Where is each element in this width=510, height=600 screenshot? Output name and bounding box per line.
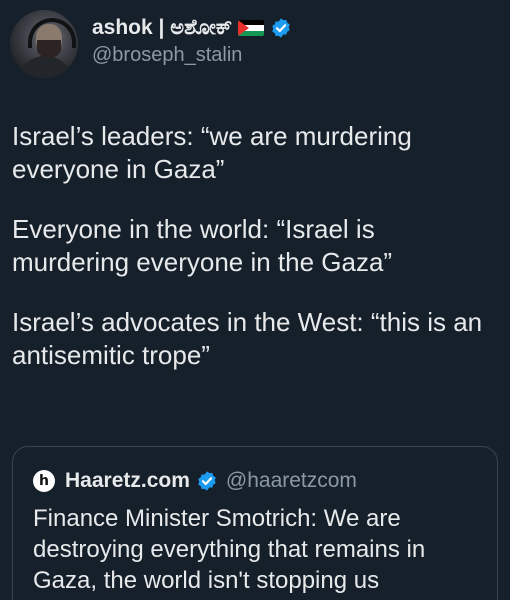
tweet-card: ashok | ಅಶೋಕ್ @broseph_stalin Israel’s l… — [0, 0, 510, 600]
quoted-handle[interactable]: @haaretzcom — [226, 469, 357, 493]
tweet-paragraph: Everyone in the world: “Israel is murder… — [12, 214, 393, 277]
verified-badge-icon — [272, 18, 290, 38]
author-names: ashok | ಅಶೋಕ್ @broseph_stalin — [92, 10, 292, 67]
haaretz-logo-icon: h — [33, 470, 55, 492]
author-name-row[interactable]: ashok | ಅಶೋಕ್ — [92, 14, 292, 42]
verified-badge-icon — [198, 471, 216, 491]
tweet-text: Israel’s leaders: “we are murdering ever… — [12, 120, 492, 399]
avatar-headset — [28, 18, 76, 48]
author-display-name[interactable]: ashok | ಅಶೋಕ್ — [92, 16, 232, 40]
quoted-display-name[interactable]: Haaretz.com — [65, 469, 190, 493]
tweet-paragraph: Israel’s leaders: “we are murdering ever… — [12, 121, 412, 184]
quoted-tweet-header: h Haaretz.com @haaretzcom — [33, 467, 483, 495]
tweet-paragraph: Israel’s advocates in the West: “this is… — [12, 307, 483, 370]
quoted-tweet-text: Finance Minister Smotrich: We are destro… — [33, 505, 426, 594]
quoted-tweet[interactable]: h Haaretz.com @haaretzcom Finance Minist… — [12, 446, 498, 600]
author-handle[interactable]: @broseph_stalin — [92, 44, 292, 67]
tweet-header: ashok | ಅಶೋಕ್ @broseph_stalin — [10, 10, 292, 80]
palestine-flag-icon — [238, 20, 265, 36]
avatar[interactable] — [10, 10, 78, 78]
avatar-body — [16, 56, 74, 78]
